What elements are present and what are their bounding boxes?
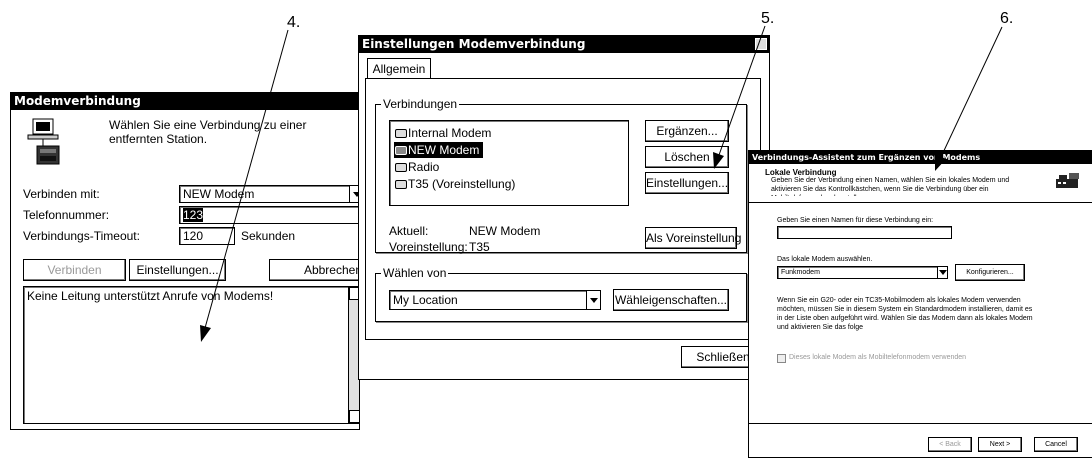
phone-input[interactable]: 123 [179, 206, 359, 224]
connection-name: NEW Modem [408, 143, 480, 157]
current-value: NEW Modem [469, 224, 541, 238]
close-icon[interactable] [755, 38, 767, 50]
connection-name: Radio [408, 160, 440, 174]
modem-label: Das lokale Modem auswählen. [777, 256, 873, 263]
status-log[interactable]: Keine Leitung unterstützt Anrufe von Mod… [23, 286, 359, 424]
info-text: Wenn Sie ein G20- oder ein TC35-Mobilmod… [777, 297, 1033, 331]
connect-with-label: Verbinden mit: [23, 187, 100, 201]
modem-select[interactable]: Funkmodem [777, 266, 948, 279]
add-button[interactable]: Ergänzen... [645, 120, 729, 142]
phone-value: 123 [183, 208, 204, 222]
connect-with-value: NEW Modem [183, 187, 255, 201]
tab-general[interactable]: Allgemein [367, 58, 431, 79]
set-default-button[interactable]: Als Voreinstellung [645, 227, 741, 249]
timeout-unit: Sekunden [241, 229, 296, 243]
next-button[interactable]: Next > [978, 437, 1022, 452]
footer-divider [749, 423, 1092, 424]
connections-list[interactable]: Internal Modem NEW Modem Radio T35 (Voreins… [389, 120, 629, 206]
connection-list-item[interactable]: NEW Modem [394, 142, 484, 158]
callout-5: 5. [761, 10, 775, 27]
connection-list-item[interactable]: Internal Modem [394, 125, 495, 141]
modem-icon [394, 127, 407, 138]
location-select[interactable]: My Location [389, 290, 601, 310]
delete-button[interactable]: Löschen [645, 146, 729, 168]
mobile-modem-checkbox[interactable] [777, 354, 786, 363]
modem-connection-window: Modemverbindung Wählen Sie eine Verbindu… [10, 92, 360, 430]
modem-icon [394, 144, 407, 155]
name-label: Geben Sie einen Namen für diese Verbindu… [777, 217, 934, 224]
connection-name-input[interactable] [777, 226, 952, 239]
settings-button[interactable]: Einstellungen... [129, 259, 226, 281]
chevron-down-icon[interactable] [937, 267, 947, 278]
connections-group-label: Verbindungen [381, 97, 460, 111]
dial-from-group-label: Wählen von [381, 266, 449, 280]
window-title: Einstellungen Modemverbindung [359, 36, 769, 53]
intro-text: Wählen Sie eine Verbindung zu einer entf… [109, 118, 307, 146]
location-value: My Location [393, 293, 458, 307]
dial-properties-button[interactable]: Wähleigenschaften... [613, 289, 729, 311]
cancel-button[interactable]: Cancel [1034, 437, 1078, 452]
callout-4: 4. [287, 14, 301, 31]
mobile-modem-checkbox-label: Dieses lokale Modem als Mobiltelefonmode… [789, 354, 967, 361]
modem-icon [394, 178, 407, 189]
wizard-header: Lokale Verbindung Geben Sie der Verbindu… [749, 164, 1092, 203]
window-title: Modemverbindung [11, 93, 359, 110]
current-label: Aktuell: [389, 224, 429, 238]
window-title: Verbindungs-Assistent zum Ergänzen von M… [749, 151, 1092, 164]
computer-icon [27, 118, 63, 166]
configure-button[interactable]: Konfigurieren... [955, 264, 1025, 281]
connect-button[interactable]: Verbinden [23, 259, 126, 281]
connection-list-item[interactable]: T35 (Voreinstellung) [394, 176, 519, 192]
connection-list-item[interactable]: Radio [394, 159, 443, 175]
cancel-button[interactable]: Abbrechen [269, 259, 359, 281]
timeout-input[interactable]: 120 [179, 227, 235, 245]
timeout-value: 120 [183, 229, 204, 243]
phone-label: Telefonnummer: [23, 208, 110, 222]
modem-icon [394, 161, 407, 172]
connection-name: Internal Modem [408, 126, 492, 140]
modem-value: Funkmodem [781, 269, 820, 276]
back-button[interactable]: < Back [928, 437, 972, 452]
settings-button[interactable]: Einstellungen... [645, 172, 729, 194]
connection-name: T35 (Voreinstellung) [408, 177, 516, 191]
connect-with-select[interactable]: NEW Modem [179, 185, 359, 203]
callout-6: 6. [1000, 10, 1014, 27]
default-label: Voreinstellung: [389, 240, 468, 254]
status-log-text: Keine Leitung unterstützt Anrufe von Mod… [27, 289, 274, 303]
modem-settings-window: Einstellungen Modemverbindung Allgemein … [358, 35, 770, 380]
modem-wizard-icon [1055, 171, 1081, 193]
scroll-down-button[interactable] [349, 410, 359, 423]
chevron-down-icon[interactable] [586, 291, 600, 309]
modem-wizard-window: Verbindungs-Assistent zum Ergänzen von M… [748, 150, 1092, 458]
timeout-label: Verbindungs-Timeout: [23, 229, 140, 243]
header-description: Geben Sie der Verbindung einen Namen, wä… [771, 177, 1010, 196]
default-value: T35 [469, 240, 490, 254]
